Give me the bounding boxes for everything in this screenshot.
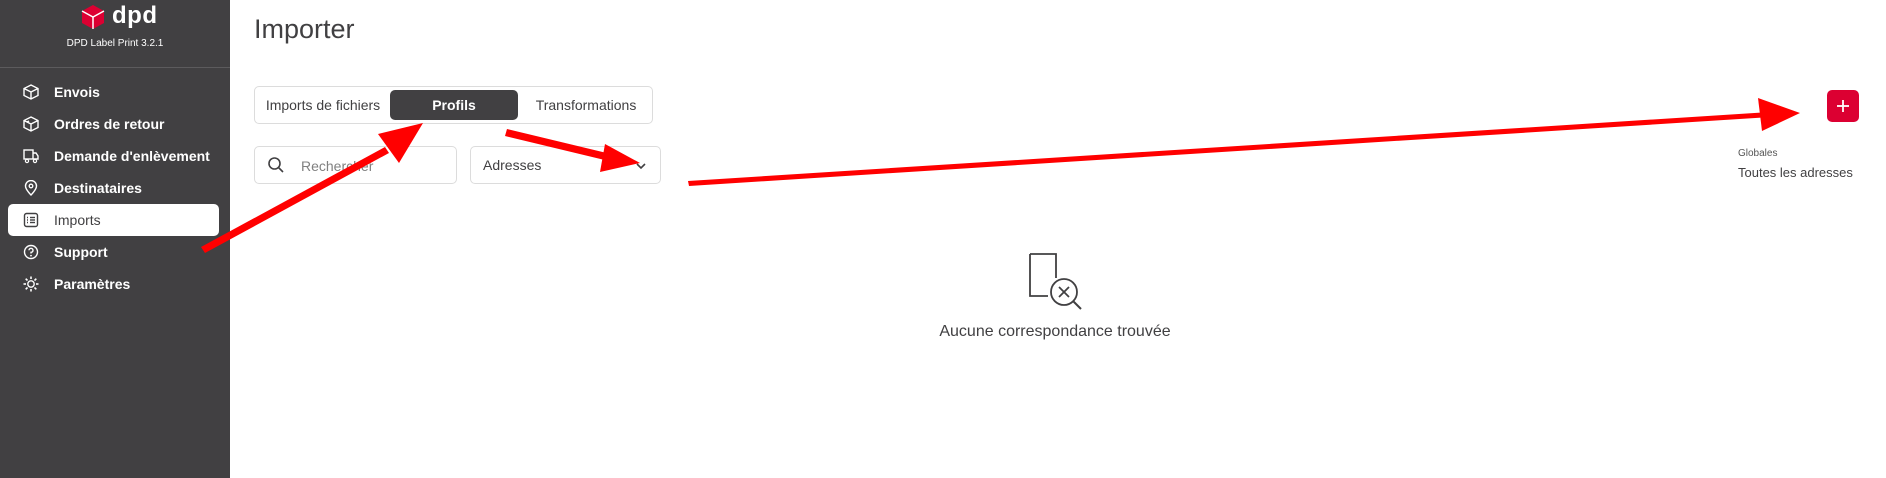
sidebar-item-parametres[interactable]: Paramètres <box>8 268 219 300</box>
sidebar-item-demande-enlevement[interactable]: Demande d'enlèvement <box>8 140 219 172</box>
dpd-logo-icon <box>81 5 105 29</box>
list-icon <box>22 211 40 229</box>
tab-group: Imports de fichiers Profils Transformati… <box>254 86 653 124</box>
sidebar-item-support[interactable]: Support <box>8 236 219 268</box>
no-match-icon <box>1029 253 1082 310</box>
annotation-overlay <box>201 98 1800 253</box>
sidebar-item-destinataires[interactable]: Destinataires <box>8 172 219 204</box>
add-profile-button[interactable] <box>1827 90 1859 122</box>
tab-transformations[interactable]: Transformations <box>521 90 651 120</box>
sidebar-item-label: Ordres de retour <box>54 116 165 132</box>
sidebar-item-envois[interactable]: Envois <box>8 76 219 108</box>
empty-state-message: Aucune correspondance trouvée <box>939 323 1171 340</box>
scope-value: Toutes les adresses <box>1738 165 1853 180</box>
arrow-to-profils-tab <box>201 123 423 253</box>
plus-icon <box>1837 100 1849 112</box>
help-icon <box>22 243 40 261</box>
chevron-down-icon <box>636 163 646 170</box>
sidebar-item-label: Demande d'enlèvement <box>54 148 210 164</box>
search-icon <box>268 157 284 173</box>
brand-name: dpd <box>112 2 158 29</box>
sidebar-item-label: Paramètres <box>54 276 131 292</box>
tab-imports-de-fichiers[interactable]: Imports de fichiers <box>259 90 387 120</box>
tab-profils[interactable]: Profils <box>390 90 518 120</box>
arrow-to-add-button <box>688 98 1800 186</box>
sidebar-item-label: Support <box>54 244 108 260</box>
page-title: Importer <box>254 14 355 44</box>
type-filter-select[interactable]: Adresses <box>470 146 661 184</box>
search-input[interactable] <box>299 153 453 179</box>
return-box-icon <box>22 115 40 133</box>
truck-icon <box>22 147 40 165</box>
sidebar: dpd DPD Label Print 3.2.1 Envois Ordres … <box>0 0 230 478</box>
sidebar-item-label: Destinataires <box>54 180 142 196</box>
sidebar-item-label: Imports <box>54 212 101 228</box>
type-filter-value: Adresses <box>483 157 542 173</box>
location-pin-icon <box>22 179 40 197</box>
gear-icon <box>22 275 40 293</box>
app-version: DPD Label Print 3.2.1 <box>66 38 164 49</box>
sidebar-item-imports[interactable]: Imports <box>8 204 219 236</box>
brand-header: dpd DPD Label Print 3.2.1 <box>0 0 230 68</box>
sidebar-item-ordres-de-retour[interactable]: Ordres de retour <box>8 108 219 140</box>
divider <box>0 67 230 68</box>
box-icon <box>22 83 40 101</box>
search-box <box>254 146 457 184</box>
sidebar-item-label: Envois <box>54 84 100 100</box>
scope-label: Globales <box>1738 148 1778 159</box>
